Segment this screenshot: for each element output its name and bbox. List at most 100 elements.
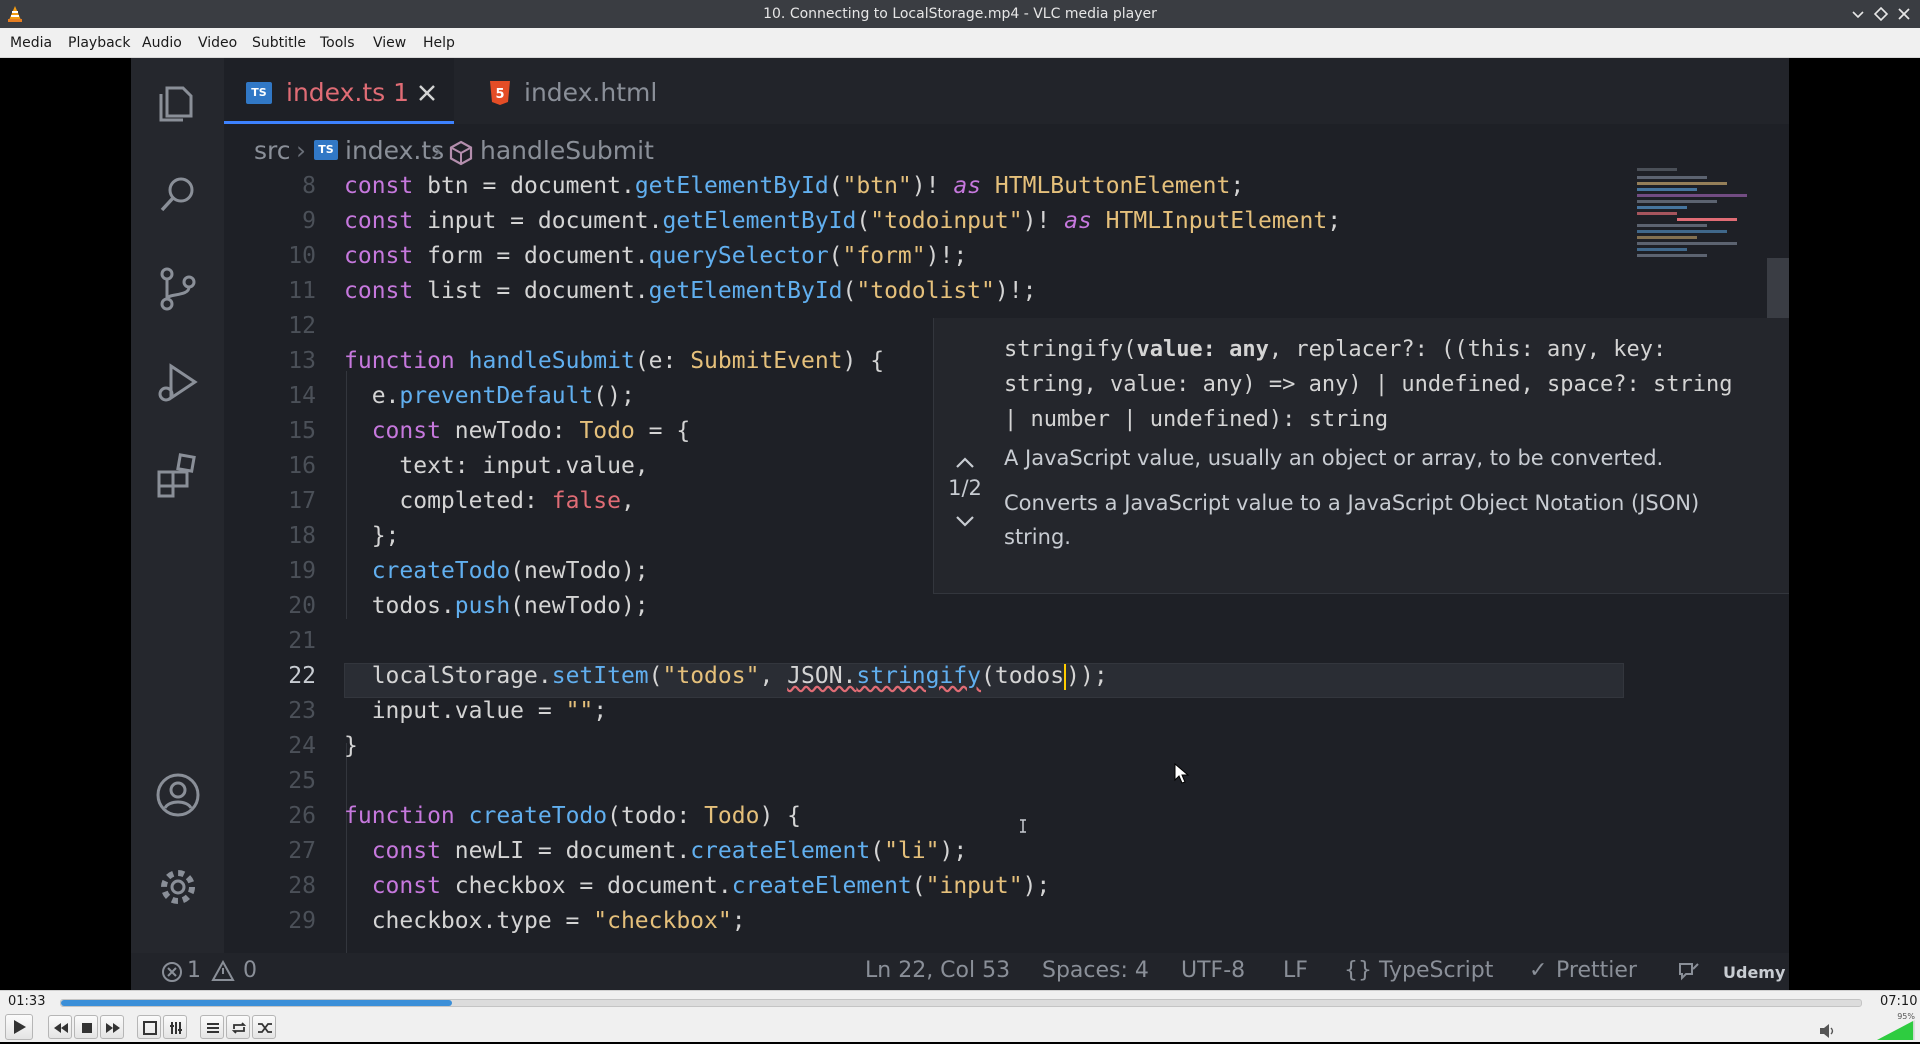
tab-label: index.html xyxy=(524,78,658,107)
shuffle-button[interactable] xyxy=(252,1015,276,1039)
signature-text: stringify(value: any, replacer?: ((this:… xyxy=(1004,337,1733,432)
signature-help-popup: stringify(value: any, replacer?: ((this:… xyxy=(933,318,1789,594)
code-line-current: 22 localStorage.setItem("todos", JSON.st… xyxy=(224,663,1789,698)
close-icon[interactable] xyxy=(1895,5,1913,23)
html5-file-icon: 5 xyxy=(490,81,510,105)
minimize-icon[interactable] xyxy=(1849,5,1867,23)
volume-label: 95% xyxy=(1897,1012,1915,1021)
line-ending[interactable]: LF xyxy=(1283,958,1308,983)
code-line: 21 xyxy=(288,628,316,654)
overload-counter: 1/2 xyxy=(948,476,982,500)
tab-index-ts[interactable]: TS index.ts 1 xyxy=(224,58,454,124)
active-tab-indicator xyxy=(224,121,454,124)
volume-level xyxy=(1877,1021,1914,1040)
file-encoding[interactable]: UTF-8 xyxy=(1181,958,1245,983)
loop-button[interactable] xyxy=(226,1015,250,1039)
symbol-method-icon xyxy=(449,140,473,166)
chevron-right-icon: › xyxy=(296,136,306,165)
extended-settings-button[interactable] xyxy=(163,1015,187,1039)
code-line: 28 const checkbox = document.createEleme… xyxy=(288,873,1051,899)
skip-forward-icon xyxy=(106,1023,120,1033)
menu-video[interactable]: Video xyxy=(198,35,237,51)
elapsed-time: 01:33 xyxy=(8,994,46,1009)
playlist-button[interactable] xyxy=(200,1015,224,1039)
maximize-icon[interactable] xyxy=(1872,5,1890,23)
menu-playback[interactable]: Playback xyxy=(68,35,130,51)
close-tab-icon[interactable] xyxy=(418,84,436,102)
menu-tools[interactable]: Tools xyxy=(320,35,355,51)
menu-media[interactable]: Media xyxy=(10,35,52,51)
check-icon: ✓ xyxy=(1529,958,1548,983)
code-line: 23 input.value = ""; xyxy=(288,698,608,724)
next-button[interactable] xyxy=(100,1015,124,1039)
code-line: 29 checkbox.type = "checkbox"; xyxy=(288,908,746,934)
playlist-icon xyxy=(207,1023,219,1033)
menu-subtitle[interactable]: Subtitle xyxy=(252,35,306,51)
window-title: 10. Connecting to LocalStorage.mp4 - VLC… xyxy=(763,6,1157,22)
stop-button[interactable] xyxy=(74,1015,98,1039)
chevron-down-icon[interactable] xyxy=(954,514,976,528)
title-bar: 10. Connecting to LocalStorage.mp4 - VLC… xyxy=(0,0,1920,28)
error-count[interactable]: 1 xyxy=(187,958,201,983)
warning-count[interactable]: 0 xyxy=(243,958,257,983)
skip-back-icon xyxy=(54,1023,68,1033)
minimap[interactable] xyxy=(1637,168,1767,278)
breadcrumb-file[interactable]: index.ts xyxy=(345,136,444,165)
previous-button[interactable] xyxy=(48,1015,72,1039)
code-line: 10 const form = document.querySelector("f… xyxy=(288,243,968,269)
warning-icon xyxy=(211,960,235,981)
source-control-icon xyxy=(160,267,196,311)
method-doc: Converts a JavaScript value to a JavaScr… xyxy=(1004,491,1700,549)
equalizer-icon xyxy=(170,1022,182,1034)
menu-audio[interactable]: Audio xyxy=(142,35,182,51)
explorer-icon xyxy=(159,86,193,122)
player-controls: 01:33 07:10 95% xyxy=(0,990,1920,1042)
code-line: 24} xyxy=(288,733,358,759)
code-line: 8 const btn = document.getElementById("bt… xyxy=(302,173,1245,199)
code-line: 25 xyxy=(288,768,316,794)
play-button[interactable] xyxy=(5,1014,33,1040)
code-line: 26 function createTodo(todo: Todo) { xyxy=(288,803,801,829)
breadcrumb-symbol[interactable]: handleSubmit xyxy=(480,136,654,165)
total-time: 07:10 xyxy=(1880,994,1918,1009)
search-icon xyxy=(160,177,194,212)
vscode-window: TS index.ts 1 5 index.html src › TS inde… xyxy=(131,58,1789,990)
fullscreen-icon xyxy=(143,1021,157,1035)
error-icon xyxy=(162,962,182,982)
cursor-position[interactable]: Ln 22, Col 53 xyxy=(865,958,1010,983)
menu-help[interactable]: Help xyxy=(423,35,455,51)
seek-bar-progress xyxy=(61,1000,452,1006)
udemy-watermark: Udemy xyxy=(1723,963,1786,982)
shuffle-icon xyxy=(258,1023,272,1033)
video-frame[interactable]: TS index.ts 1 5 index.html src › TS inde… xyxy=(0,58,1920,990)
language-mode[interactable]: TypeScript xyxy=(1379,958,1493,983)
code-line: 27 const newLI = document.createElement(… xyxy=(288,838,968,864)
formatter-status[interactable]: Prettier xyxy=(1556,958,1637,983)
braces-icon: {} xyxy=(1344,958,1372,983)
breadcrumb: src › TS index.ts › handleSubmit xyxy=(224,126,1789,170)
run-debug-icon xyxy=(158,363,198,402)
stop-icon xyxy=(82,1023,92,1033)
fullscreen-button[interactable] xyxy=(137,1015,161,1039)
volume-slider[interactable]: 95% xyxy=(1877,1012,1915,1040)
feedback-icon xyxy=(1679,963,1699,981)
breadcrumb-folder[interactable]: src xyxy=(254,136,291,165)
tab-label: index.ts 1 xyxy=(286,78,410,107)
menu-bar: Media Playback Audio Video Subtitle Tool… xyxy=(0,28,1920,58)
chevron-up-icon[interactable] xyxy=(954,456,976,470)
text-cursor-icon xyxy=(1020,819,1026,833)
extensions-icon xyxy=(157,453,196,498)
account-icon xyxy=(156,773,200,817)
typescript-file-icon: TS xyxy=(314,140,338,160)
code-line: 20 todos.push(newTodo); xyxy=(288,593,649,619)
menu-view[interactable]: View xyxy=(373,35,406,51)
speaker-icon[interactable] xyxy=(1818,1023,1836,1039)
code-line: 9 const input = document.getElementById("… xyxy=(302,208,1342,234)
mouse-pointer-icon xyxy=(1174,763,1190,784)
parameter-doc: A JavaScript value, usually an object or… xyxy=(1004,446,1664,470)
seek-bar[interactable] xyxy=(60,999,1862,1007)
settings-gear-icon xyxy=(161,870,195,904)
tab-index-html[interactable]: 5 index.html xyxy=(474,58,694,124)
indentation[interactable]: Spaces: 4 xyxy=(1042,958,1149,983)
loop-icon xyxy=(231,1022,247,1034)
